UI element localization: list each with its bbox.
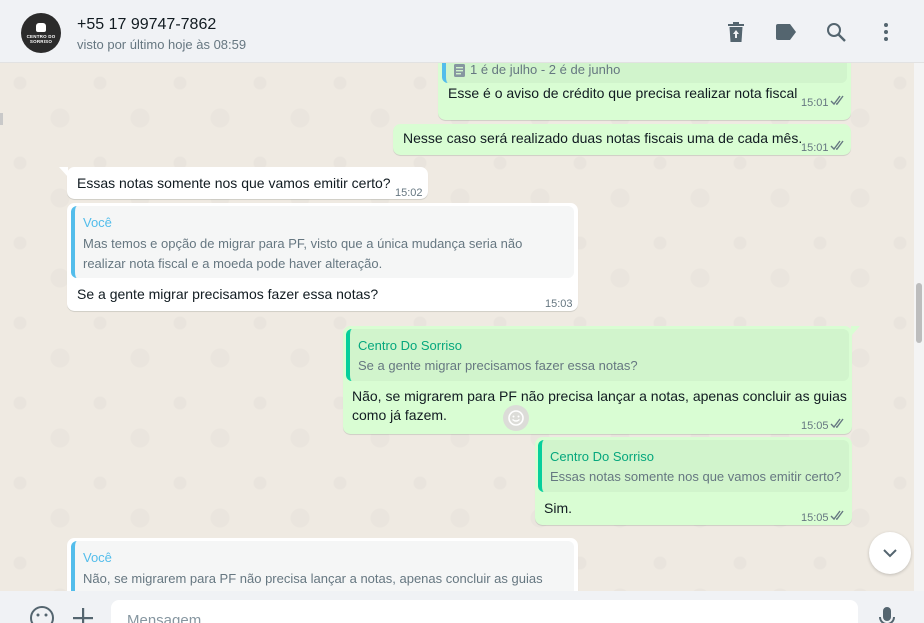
message-text: Se a gente migrar precisamos fazer essa … [77,286,379,302]
contact-name: +55 17 99747-7862 [77,16,217,33]
chat-panel[interactable]: 1 é de julho - 2 é de junho Esse é o avi… [0,63,914,591]
chat-scrollbar-thumb[interactable] [916,283,922,343]
emoji-icon [508,410,524,426]
quoted-text-line-1: Não, se migrarem para PF não precisa lan… [83,571,543,586]
quoted-message[interactable]: Centro Do Sorriso Essas notas somente no… [538,440,849,492]
message-bubble-outgoing[interactable]: 1 é de julho - 2 é de junho Esse é o avi… [438,63,851,120]
message-bubble-incoming[interactable]: Você Não, se migrarem para PF não precis… [67,538,578,591]
read-ticks-icon [830,95,844,106]
contact-last-seen: visto por último hoje às 08:59 [77,37,247,52]
avatar-logo-text-2: SORRISO [29,38,53,44]
quoted-text-line-2: realizar nota fiscal e a moeda pode have… [83,256,383,271]
read-ticks-icon [830,418,844,429]
quoted-author: Você [83,215,112,230]
read-ticks-icon [830,140,844,151]
message-text-line-2: como já fazem. [352,407,447,423]
quoted-author: Centro Do Sorriso [550,449,655,464]
emoji-icon[interactable] [29,605,55,623]
contact-info[interactable]: +55 17 99747-7862 visto por último hoje … [77,15,246,54]
message-time: 15:01 [801,142,829,154]
delete-icon[interactable] [725,21,747,43]
attach-plus-icon[interactable] [70,605,96,623]
scroll-to-bottom-button[interactable] [869,532,911,574]
message-time: 15:02 [395,187,423,199]
quoted-text-line-1: Se a gente migrar precisamos fazer essa … [358,358,638,373]
message-bubble-outgoing[interactable]: Centro Do Sorriso Essas notas somente no… [535,437,852,525]
message-input[interactable] [111,600,858,623]
bubble-tail [851,326,860,336]
chat-header: CENTRO DO SORRISO +55 17 99747-7862 vist… [0,0,924,63]
quoted-message[interactable]: Centro Do Sorriso Se a gente migrar prec… [346,329,849,381]
label-icon[interactable] [775,21,797,43]
document-label: 1 é de julho - 2 é de junho [470,63,621,77]
quoted-text-line-1: Mas temos e opção de migrar para PF, vis… [83,236,523,251]
message-text: Esse é o aviso de crédito que precisa re… [448,85,798,101]
bubble-tail [59,167,68,177]
read-ticks-icon [830,510,844,521]
message-time: 15:05 [801,512,829,524]
message-time: 15:01 [801,97,829,109]
quoted-author: Centro Do Sorriso [358,338,463,353]
menu-icon[interactable] [875,21,897,43]
message-text: Essas notas somente nos que vamos emitir… [77,175,391,191]
message-text-line-1: Não, se migrarem para PF não precisa lan… [352,388,847,404]
message-bubble-incoming[interactable]: Você Mas temos e opção de migrar para PF… [67,203,578,311]
chevron-down-icon [883,549,897,558]
tooth-logo-icon [36,22,46,32]
contact-avatar[interactable]: CENTRO DO SORRISO [21,13,61,53]
message-bubble-outgoing[interactable]: Centro Do Sorriso Se a gente migrar prec… [343,326,852,434]
message-bubble-incoming[interactable]: Essas notas somente nos que vamos emitir… [67,167,428,199]
document-preview[interactable]: 1 é de julho - 2 é de junho [442,63,847,83]
document-icon [454,64,465,77]
quoted-author: Você [83,550,112,565]
microphone-icon[interactable] [874,605,900,623]
message-time: 15:03 [545,298,573,310]
message-text: Sim. [544,500,572,516]
quoted-message[interactable]: Você Não, se migrarem para PF não precis… [71,541,574,591]
message-text: Nesse caso será realizado duas notas fis… [403,130,803,146]
quoted-text-line-1: Essas notas somente nos que vamos emitir… [550,469,842,484]
quoted-message[interactable]: Você Mas temos e opção de migrar para PF… [71,206,574,278]
left-edge-marker [0,113,3,125]
search-icon[interactable] [825,21,847,43]
reaction-button[interactable] [503,405,529,431]
message-bubble-outgoing[interactable]: Nesse caso será realizado duas notas fis… [393,124,851,155]
message-time: 15:05 [801,420,829,432]
